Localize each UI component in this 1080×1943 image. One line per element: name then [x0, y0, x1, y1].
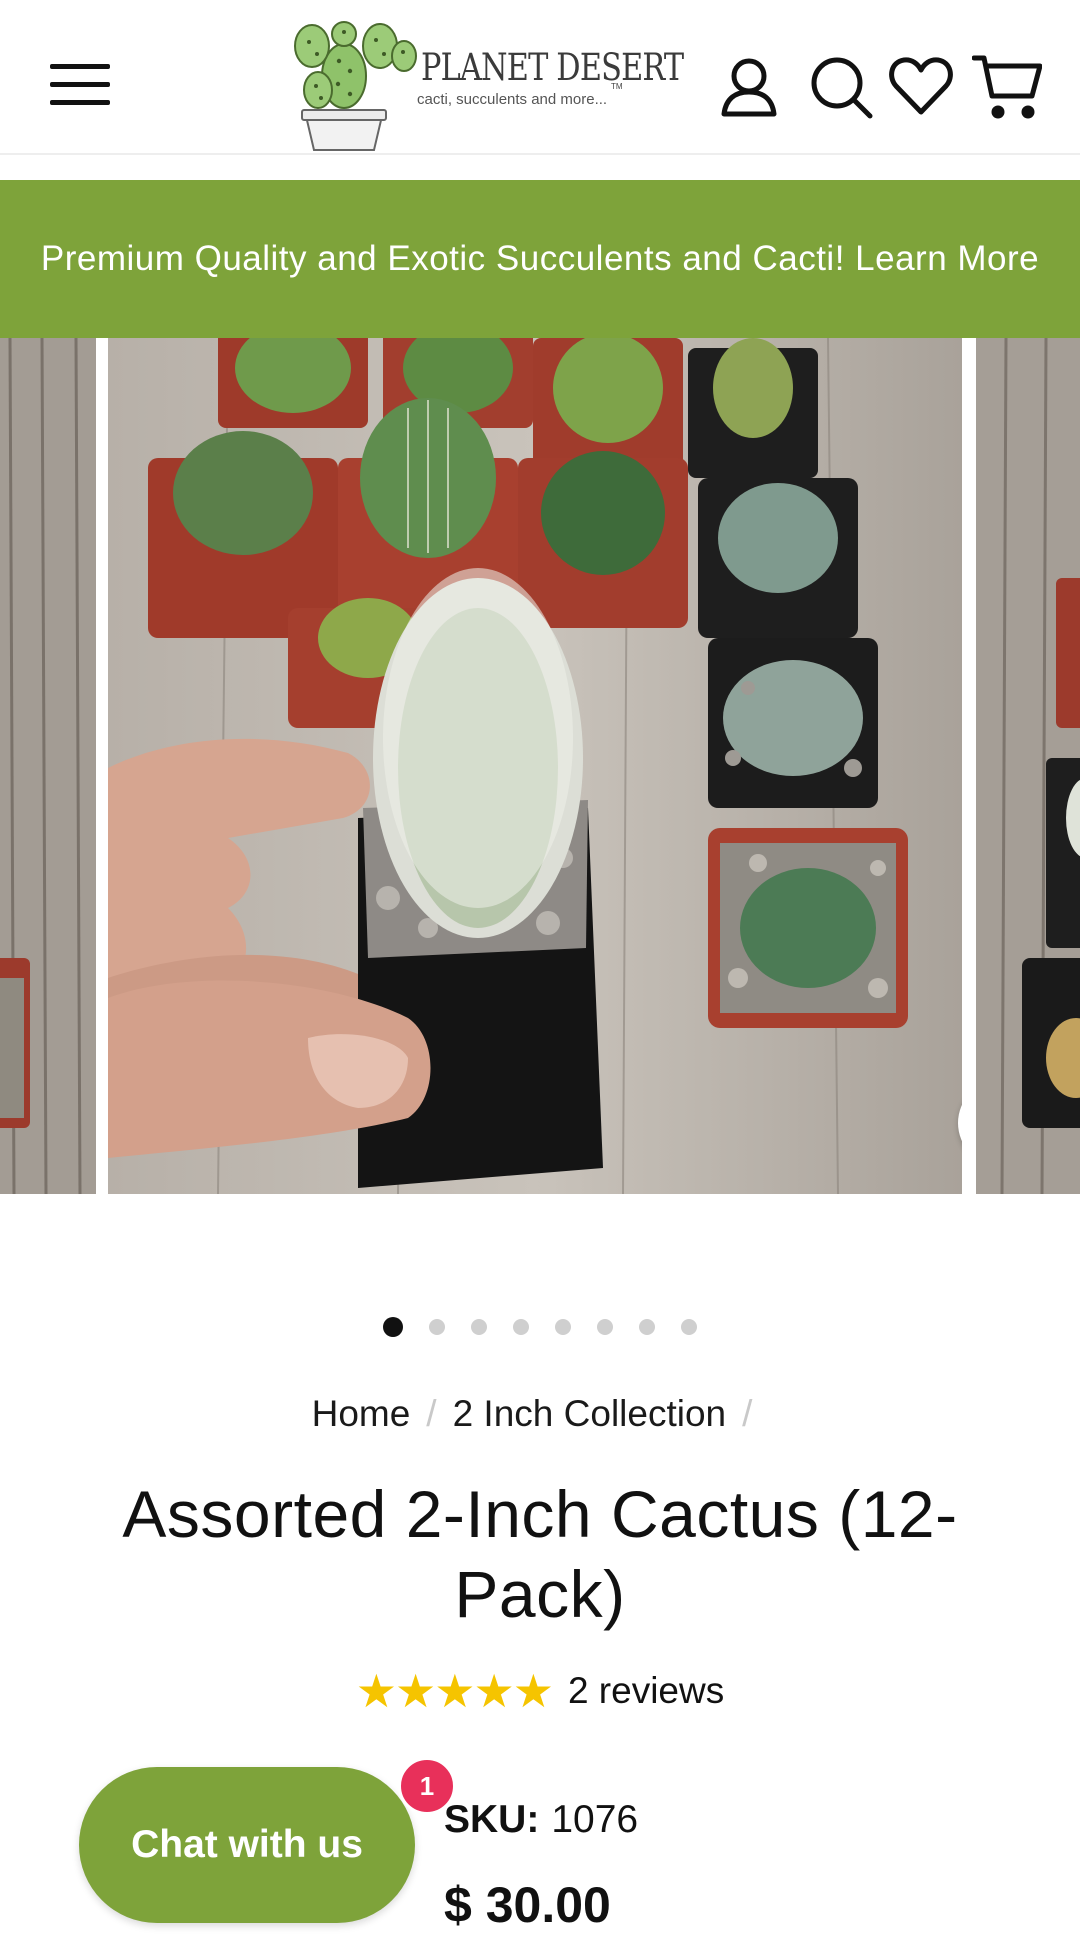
site-header: PLANET DESERT TM cacti, succulents and m…: [0, 0, 1080, 155]
gallery-dot[interactable]: [383, 1317, 403, 1337]
breadcrumb-collection-link[interactable]: 2 Inch Collection: [453, 1393, 727, 1434]
wishlist-heart-icon[interactable]: [886, 52, 956, 122]
gallery-dot[interactable]: [639, 1319, 655, 1335]
gallery-dot[interactable]: [597, 1319, 613, 1335]
product-title: Assorted 2-Inch Cactus (12-Pack): [122, 1477, 958, 1631]
product-rating[interactable]: ★★★★★ 2 reviews: [0, 1664, 1080, 1718]
gallery-slide-next[interactable]: [976, 338, 1080, 1194]
product-photo-cactus-assortment: [108, 338, 962, 1194]
chat-with-us-button[interactable]: Chat with us: [79, 1767, 415, 1923]
product-gallery[interactable]: [0, 338, 1080, 1194]
account-icon[interactable]: [714, 52, 784, 122]
breadcrumb-separator: /: [426, 1393, 437, 1434]
gallery-dot[interactable]: [429, 1319, 445, 1335]
sku-value: 1076: [551, 1798, 639, 1841]
chat-button-label: Chat with us: [131, 1823, 363, 1866]
gallery-pagination: [0, 1314, 1080, 1340]
logo-subtitle: cacti, succulents and more...: [417, 91, 608, 108]
sku-label: SKU:: [444, 1798, 540, 1841]
search-icon[interactable]: [806, 52, 876, 122]
site-logo[interactable]: PLANET DESERT TM cacti, succulents and m…: [284, 16, 684, 152]
gallery-dot[interactable]: [555, 1319, 571, 1335]
chat-notification-badge: 1: [398, 1757, 456, 1815]
product-sku: SKU: 1076: [444, 1798, 638, 1842]
product-photo-previous: [0, 338, 96, 1194]
menu-icon[interactable]: [44, 60, 116, 110]
breadcrumb: Home / 2 Inch Collection /: [0, 1393, 1080, 1435]
announcement-text: Premium Quality and Exotic Succulents an…: [40, 239, 1040, 278]
breadcrumb-separator: /: [742, 1393, 753, 1434]
logo-trademark: TM: [611, 82, 623, 91]
announcement-bar[interactable]: Premium Quality and Exotic Succulents an…: [0, 180, 1080, 338]
cactus-logo-icon: [294, 21, 417, 151]
product-price: $ 30.00: [444, 1877, 611, 1933]
gallery-dot[interactable]: [681, 1319, 697, 1335]
breadcrumb-home-link[interactable]: Home: [312, 1393, 411, 1434]
gallery-slide-main[interactable]: [108, 338, 962, 1194]
logo-title: PLANET DESERT: [421, 46, 684, 89]
gallery-dot[interactable]: [471, 1319, 487, 1335]
cart-icon[interactable]: [971, 52, 1043, 122]
reviews-count-link[interactable]: 2 reviews: [568, 1670, 724, 1712]
gallery-dot[interactable]: [513, 1319, 529, 1335]
rating-stars-icon: ★★★★★: [355, 1665, 554, 1717]
gallery-slide-previous[interactable]: [0, 338, 96, 1194]
product-photo-next: [976, 338, 1080, 1194]
